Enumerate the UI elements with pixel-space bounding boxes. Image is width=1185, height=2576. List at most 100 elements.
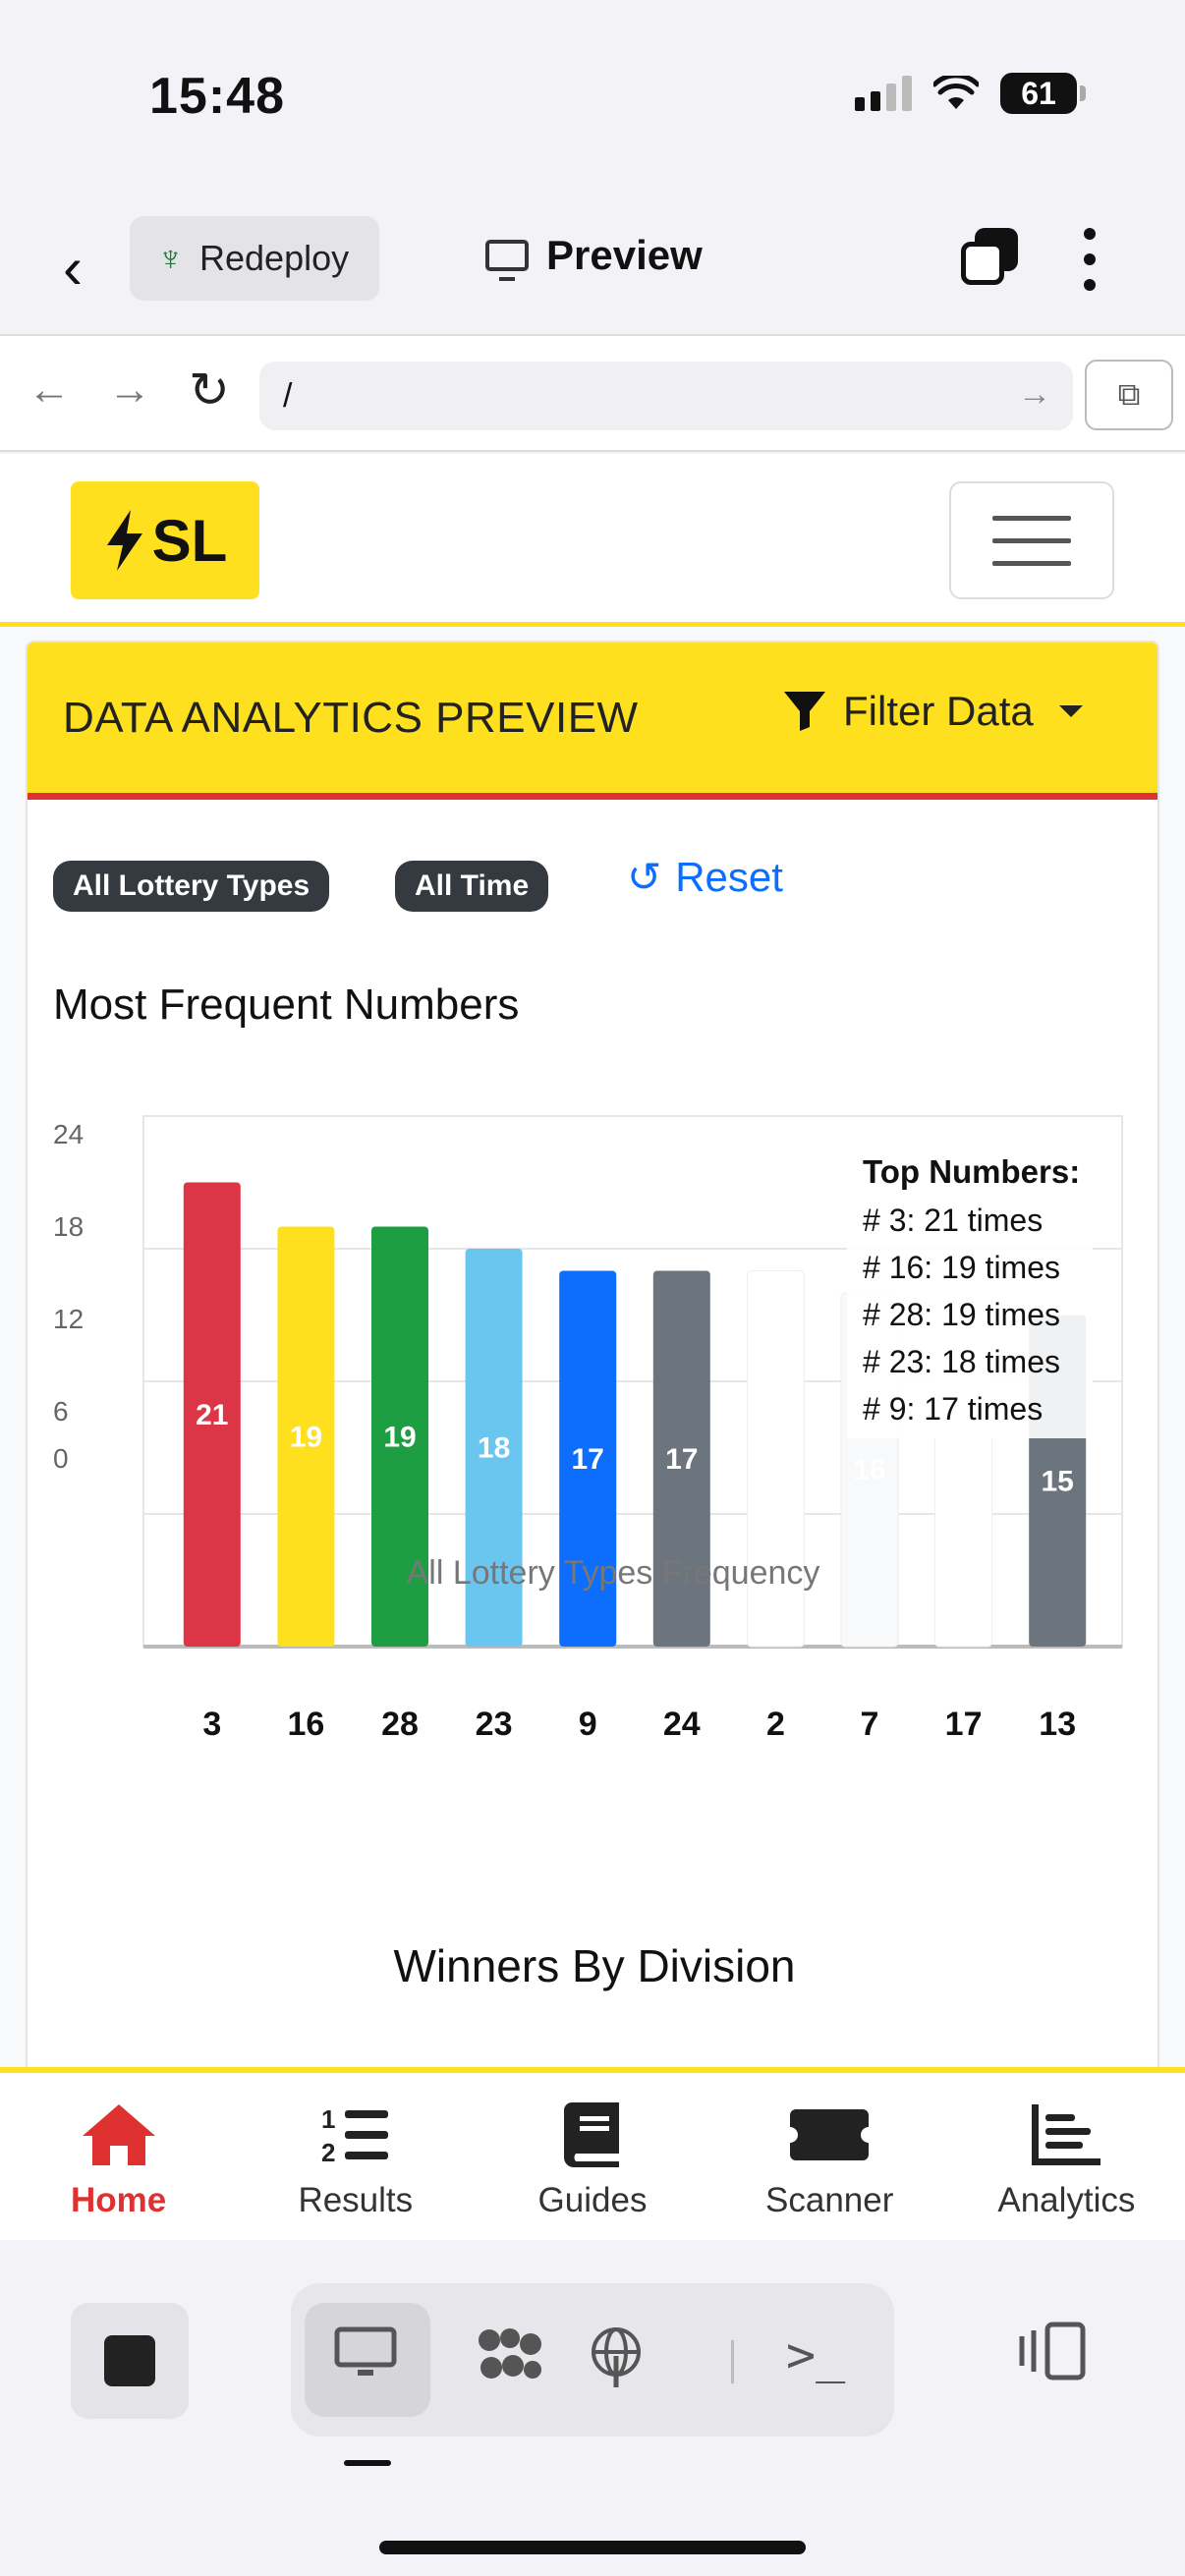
wifi-icon (933, 76, 979, 109)
x-tick-label: 16 (287, 1706, 324, 1743)
cellular-signal-icon (855, 76, 912, 111)
active-indicator (344, 2460, 391, 2466)
tab-home-label: Home (70, 2181, 167, 2219)
undo-icon: ↺ (627, 854, 662, 900)
seg-divider (731, 2340, 734, 2383)
card-header: DATA ANALYTICS PREVIEW Filter Data (28, 643, 1157, 800)
open-external-icon[interactable]: ⧉ (1085, 360, 1173, 430)
annotation-line: # 9: 17 times (863, 1391, 1043, 1427)
time-range-badge: All Time (395, 861, 549, 912)
annotation-title: Top Numbers: (863, 1153, 1080, 1190)
tab-results-label: Results (298, 2181, 414, 2219)
bar-value-label: 17 (947, 1443, 980, 1476)
home-icon (82, 2104, 155, 2165)
y-tick-label: 0 (53, 1443, 69, 1474)
monitor-icon (485, 240, 529, 281)
preview-tab[interactable]: Preview (485, 232, 703, 281)
status-bar: 15:48 61 (0, 0, 1185, 187)
bar-value-label: 21 (196, 1399, 228, 1431)
analytics-card: DATA ANALYTICS PREVIEW Filter Data All L… (26, 641, 1159, 2067)
lightning-icon (106, 510, 142, 571)
dev-toolbar: >_ (0, 2240, 1185, 2576)
tab-scanner-label: Scanner (765, 2181, 894, 2219)
tab-results[interactable]: 1 2 Results (237, 2073, 474, 2240)
x-tick-label: 3 (202, 1706, 221, 1743)
x-tick-label: 2 (766, 1706, 785, 1743)
annotation-line: # 23: 18 times (863, 1344, 1060, 1379)
bar-value-label: 17 (760, 1443, 792, 1476)
caret-down-icon (1058, 705, 1083, 717)
lottery-type-badge: All Lottery Types (53, 861, 330, 912)
tab-scanner[interactable]: Scanner (711, 2073, 948, 2240)
y-tick-label: 24 (53, 1119, 84, 1149)
x-tick-label: 17 (945, 1706, 983, 1743)
browser-toolbar: ← → ↻ / → ⧉ (0, 334, 1185, 452)
browser-back-icon[interactable]: ← (28, 365, 71, 415)
tab-analytics[interactable]: Analytics (948, 2073, 1185, 2240)
side-panel-icon[interactable] (1018, 2321, 1087, 2395)
bar-value-label: 19 (290, 1421, 322, 1453)
x-tick-label: 13 (1039, 1706, 1076, 1743)
tabs-switcher-icon[interactable] (961, 228, 1018, 285)
preview-label: Preview (546, 232, 703, 278)
card-title: DATA ANALYTICS PREVIEW (63, 694, 639, 742)
status-indicators: 61 (855, 73, 1086, 114)
annotation-line: # 3: 21 times (863, 1203, 1043, 1238)
x-tick-label: 23 (476, 1706, 513, 1743)
terminal-icon[interactable]: >_ (786, 2326, 845, 2383)
bar-value-label: 18 (478, 1432, 510, 1465)
menu-toggle-button[interactable] (949, 481, 1114, 599)
x-tick-label: 24 (663, 1706, 701, 1743)
bottom-tab-bar: Home 1 2 Results Guides Scanner Analytic… (0, 2067, 1185, 2240)
x-tick-label: 7 (861, 1706, 879, 1743)
integrations-icon[interactable] (476, 2326, 544, 2398)
svg-text:1: 1 (321, 2104, 335, 2134)
annotation-line: # 16: 19 times (863, 1250, 1060, 1285)
x-tick-label: 28 (381, 1706, 419, 1743)
bar-value-label: 15 (1042, 1465, 1074, 1497)
url-text: / (283, 376, 293, 415)
site-logo[interactable]: SL (71, 481, 259, 599)
bar-value-label: 17 (665, 1443, 698, 1476)
more-options-icon[interactable] (1083, 228, 1097, 291)
filter-label: Filter Data (843, 688, 1034, 734)
deploy-globe-icon[interactable] (588, 2326, 645, 2400)
browser-forward-icon[interactable]: → (108, 365, 151, 415)
back-chevron-icon[interactable]: ‹ (63, 234, 83, 302)
redeploy-button[interactable]: ♆ Redeploy (130, 216, 379, 301)
x-tick-label: 9 (579, 1706, 597, 1743)
bar-value-label: 16 (853, 1454, 885, 1486)
svg-text:2: 2 (321, 2138, 335, 2165)
stop-icon (104, 2335, 155, 2386)
tree-icon: ♆ (157, 238, 184, 278)
tab-guides-label: Guides (537, 2181, 648, 2219)
bar-value-label: 17 (572, 1443, 604, 1476)
tab-guides[interactable]: Guides (474, 2073, 710, 2240)
bar-value-label: 19 (383, 1421, 416, 1453)
stop-button[interactable] (71, 2303, 189, 2419)
numbered-list-icon: 1 2 (321, 2104, 388, 2165)
y-tick-label: 6 (53, 1396, 69, 1427)
chart-title: Most Frequent Numbers (53, 980, 520, 1029)
logo-text: SL (151, 507, 228, 574)
web-page: SL DATA ANALYTICS PREVIEW Filter Data Al… (0, 454, 1185, 2067)
app-bar: ‹ ♆ Redeploy Preview (0, 187, 1185, 334)
funnel-icon (784, 692, 825, 731)
frequency-bar-chart: 24 18 12 6 0 21 3 19 16 19 28 18 23 17 9 17 24 17 2 16 7 17 17… (53, 1115, 1123, 1743)
book-icon (564, 2102, 619, 2167)
redeploy-label: Redeploy (199, 238, 350, 278)
home-indicator (379, 2541, 806, 2554)
tab-home[interactable]: Home (0, 2073, 237, 2240)
reset-button[interactable]: ↺ Reset (627, 853, 783, 901)
y-tick-label: 18 (53, 1211, 84, 1242)
bar-chart-icon (1032, 2104, 1101, 2165)
ticket-icon (790, 2109, 870, 2160)
status-time: 15:48 (149, 68, 285, 125)
reload-icon[interactable]: ↻ (189, 362, 230, 419)
url-input[interactable]: / → (259, 362, 1073, 430)
battery-icon: 61 (1000, 73, 1086, 114)
go-arrow-icon[interactable]: → (1018, 375, 1051, 414)
legend-text: All Lottery Types Frequency (407, 1554, 820, 1592)
filter-data-dropdown[interactable]: Filter Data (784, 688, 1083, 735)
desktop-view-icon[interactable] (334, 2326, 397, 2392)
